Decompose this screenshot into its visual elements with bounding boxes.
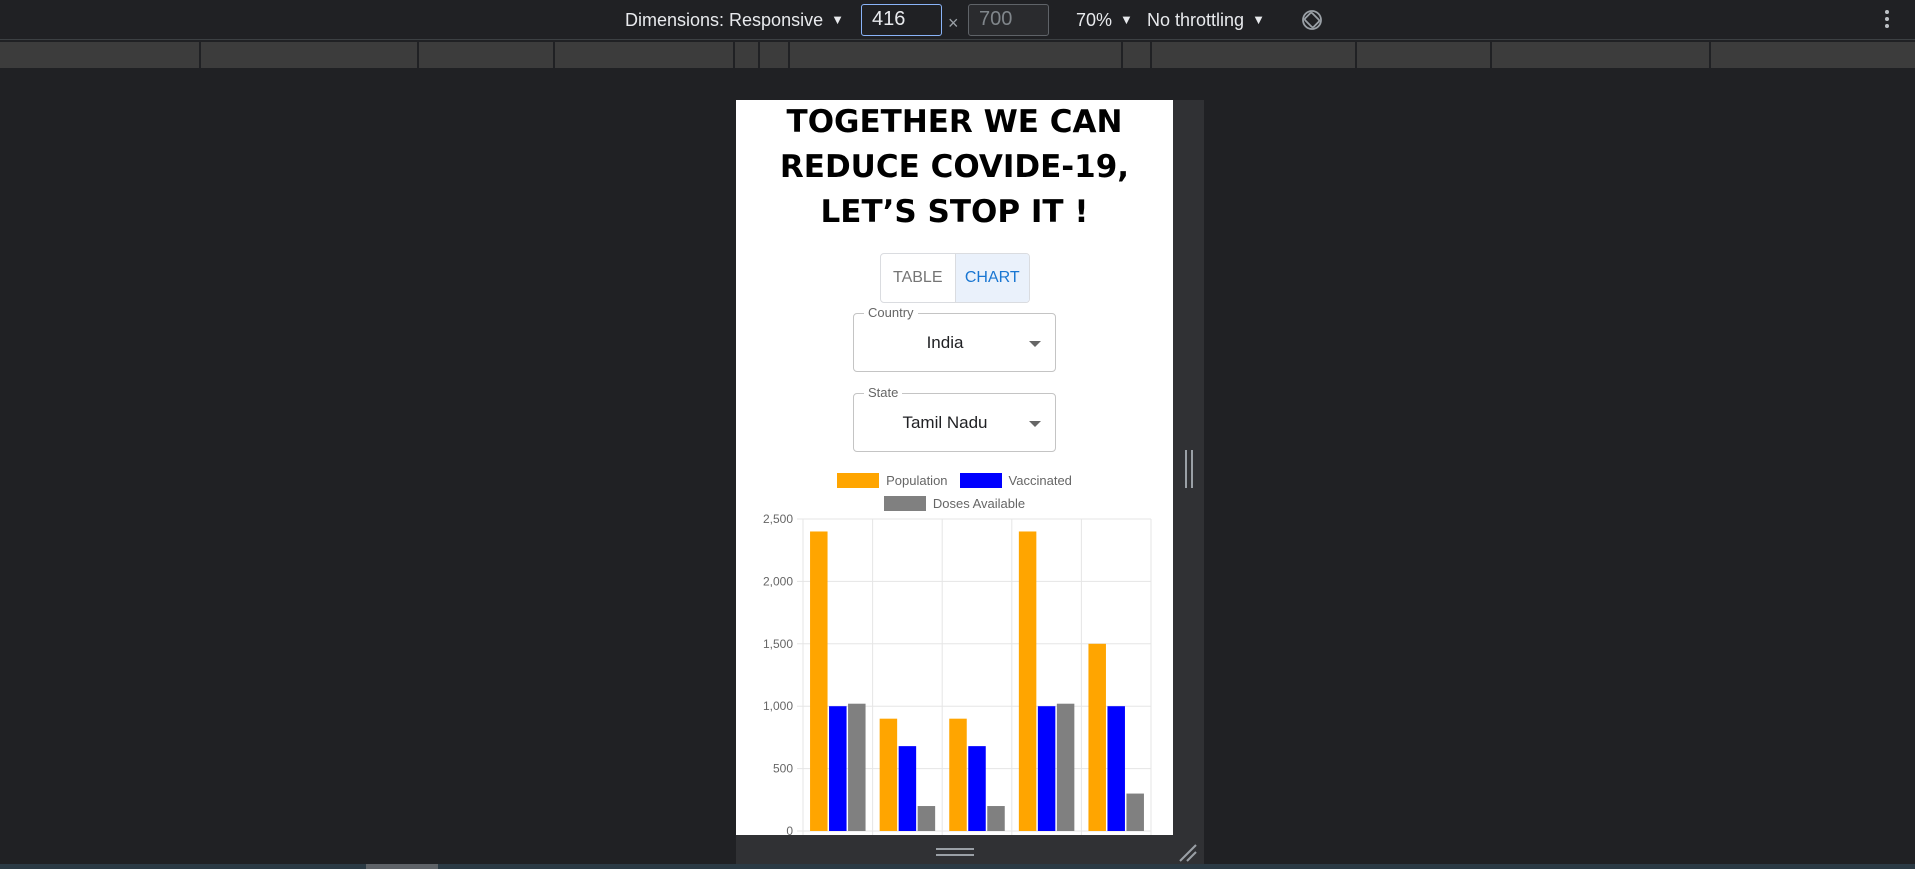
dimensions-dropdown[interactable]: Dimensions: Responsive ▼	[625, 10, 844, 31]
throttling-dropdown[interactable]: No throttling ▼	[1147, 10, 1265, 31]
bar-chart: 0 500 1,000 1,500 2,000 2,500	[763, 512, 1152, 835]
times-symbol: ×	[948, 13, 959, 33]
rotate-icon[interactable]	[1301, 9, 1323, 31]
state-select[interactable]: State Tamil Nadu	[853, 385, 1056, 452]
chart-toggle-button[interactable]: CHART	[954, 254, 1029, 302]
media-query-segment[interactable]	[1709, 42, 1711, 68]
corner-resize-icon[interactable]	[1176, 841, 1198, 863]
bar-vaccinated	[1107, 706, 1125, 831]
width-input[interactable]: 416	[861, 4, 942, 36]
height-input[interactable]: 700	[968, 4, 1049, 36]
caret-down-icon: ▼	[1120, 12, 1133, 27]
y-tick-label: 500	[773, 762, 793, 776]
media-query-segment[interactable]	[417, 42, 419, 68]
media-query-segment[interactable]	[788, 42, 790, 68]
legend-swatch	[959, 473, 1002, 488]
device-viewport: TOGETHER WE CAN REDUCE COVIDE-19, LET’S …	[736, 100, 1173, 835]
bar-population	[810, 531, 828, 831]
bar-population	[1088, 643, 1106, 831]
media-query-segment[interactable]	[199, 42, 201, 68]
media-query-bar	[0, 42, 1915, 68]
media-query-segment[interactable]	[1490, 42, 1492, 68]
bar-doses-available	[848, 703, 866, 831]
bar-vaccinated	[829, 706, 847, 831]
bar-population	[1018, 531, 1037, 831]
bar-doses-available	[917, 806, 936, 831]
media-query-segment[interactable]	[1355, 42, 1357, 68]
bar-population	[949, 718, 967, 831]
dropdown-arrow-icon	[1029, 341, 1041, 347]
page-title: TOGETHER WE CAN REDUCE COVIDE-19, LET’S …	[779, 104, 1130, 230]
bar-vaccinated	[968, 746, 986, 831]
legend-item-population[interactable]: Population	[837, 473, 948, 488]
bar-doses-available	[1126, 793, 1144, 831]
media-query-segment[interactable]	[1150, 42, 1152, 68]
table-toggle-button[interactable]: TABLE	[881, 254, 955, 302]
bar-doses-available	[987, 806, 1005, 831]
media-query-segment[interactable]	[758, 42, 760, 68]
y-tick-label: 2,500	[763, 512, 793, 526]
state-label: State	[864, 385, 903, 400]
media-query-segment[interactable]	[553, 42, 555, 68]
throttling-label: No throttling	[1147, 10, 1245, 30]
bar-population	[879, 718, 898, 831]
device-toolbar: Dimensions: Responsive ▼ 416 × 700 70% ▼ N…	[0, 0, 1915, 40]
more-options-icon[interactable]	[1883, 8, 1891, 32]
country-label: Country	[864, 305, 918, 320]
bar-doses-available	[1056, 703, 1075, 831]
zoom-dropdown[interactable]: 70% ▼	[1076, 10, 1133, 31]
dropdown-arrow-icon	[1029, 421, 1041, 427]
legend-swatch	[837, 473, 880, 488]
country-value: India	[926, 333, 964, 352]
legend-label: Vaccinated	[1008, 473, 1072, 488]
view-toggle-group: TABLE CHART	[880, 253, 1030, 303]
caret-down-icon: ▼	[831, 12, 844, 27]
y-tick-label: 2,000	[763, 574, 793, 588]
legend-item-vaccinated[interactable]: Vaccinated	[959, 473, 1072, 488]
horizontal-scrollbar[interactable]	[0, 864, 1915, 869]
y-tick-label: 1,500	[763, 637, 793, 651]
dimensions-label: Dimensions: Responsive	[625, 10, 824, 30]
y-tick-label: 0	[786, 824, 793, 835]
country-select[interactable]: Country India	[853, 305, 1056, 372]
bar-vaccinated	[1037, 706, 1056, 831]
height-resize-handle[interactable]	[936, 848, 974, 856]
bar-vaccinated	[898, 746, 917, 831]
legend-label: Population	[886, 473, 948, 488]
scrollbar-thumb[interactable]	[366, 864, 438, 869]
media-query-segment[interactable]	[1121, 42, 1123, 68]
width-resize-handle[interactable]	[1185, 450, 1193, 488]
zoom-label: 70%	[1076, 10, 1113, 30]
y-tick-label: 1,000	[763, 699, 793, 713]
state-value: Tamil Nadu	[902, 413, 988, 432]
caret-down-icon: ▼	[1252, 12, 1265, 27]
media-query-segment[interactable]	[733, 42, 735, 68]
